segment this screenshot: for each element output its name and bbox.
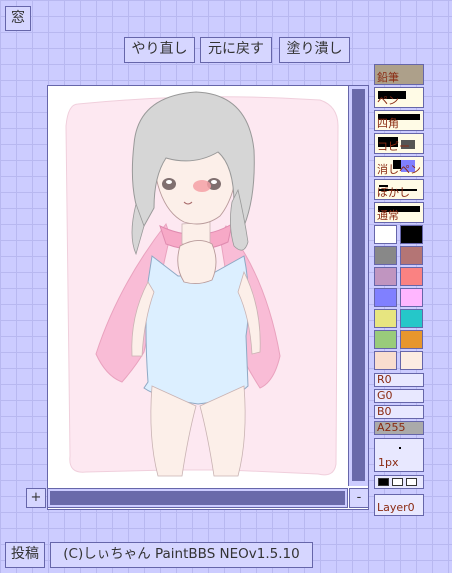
fill-canvas-button[interactable]: 塗り潰し [279, 37, 350, 63]
tool-blur-label: ぼかし [377, 186, 410, 199]
tool-pencil-label: 鉛筆 [377, 71, 399, 84]
color-swatch[interactable] [400, 351, 423, 370]
alpha-slider[interactable]: A255 [374, 421, 424, 435]
color-swatch[interactable] [400, 288, 423, 307]
tool-rectangle[interactable]: 四角 [374, 110, 424, 131]
tool-pen[interactable]: ペン [374, 87, 424, 108]
color-swatch[interactable] [374, 330, 397, 349]
vertical-scroll-thumb[interactable] [352, 89, 365, 481]
artwork-illustration [65, 91, 339, 477]
tool-eraser[interactable]: 消しペン [374, 156, 424, 177]
color-swatch[interactable] [374, 225, 397, 244]
color-swatch[interactable] [374, 267, 397, 286]
horizontal-scrollbar[interactable] [47, 488, 348, 508]
tool-blur[interactable]: ぼかし [374, 179, 424, 200]
tool-normal-label: 通常 [377, 209, 399, 222]
layer-label: Layer0 [377, 501, 415, 514]
horizontal-scroll-bar: + - [26, 488, 369, 509]
red-slider[interactable]: R0 [374, 373, 424, 387]
zoom-out-button[interactable]: - [349, 488, 369, 508]
color-swatch[interactable] [400, 246, 423, 265]
canvas-frame [47, 85, 369, 510]
vertical-scrollbar[interactable] [348, 86, 368, 486]
color-swatch[interactable] [374, 351, 397, 370]
color-swatch[interactable] [400, 330, 423, 349]
brush-size-selector[interactable]: 1px [374, 438, 424, 472]
blue-slider[interactable]: B0 [374, 405, 424, 419]
horizontal-scroll-thumb[interactable] [50, 491, 345, 505]
tool-normal[interactable]: 通常 [374, 202, 424, 223]
color-swatch[interactable] [400, 309, 423, 328]
color-swatch[interactable] [374, 309, 397, 328]
color-swatch[interactable] [400, 267, 423, 286]
zoom-in-button[interactable]: + [26, 488, 46, 508]
brush-size-label: 1px [378, 456, 399, 469]
tool-rectangle-label: 四角 [377, 117, 399, 130]
tool-pen-label: ペン [377, 94, 399, 107]
green-slider[interactable]: G0 [374, 389, 424, 403]
tool-pencil[interactable]: 鉛筆 [374, 64, 424, 85]
redo-button[interactable]: やり直し [124, 37, 195, 63]
credit-link[interactable]: (C)しぃちゃん PaintBBS NEOv1.5.10 [50, 542, 313, 568]
post-button[interactable]: 投稿 [5, 542, 45, 568]
tool-copy[interactable]: コピー [374, 133, 424, 154]
undo-button[interactable]: 元に戻す [200, 37, 272, 63]
mask-mode-normal[interactable] [378, 478, 389, 486]
drawing-canvas[interactable] [48, 86, 348, 486]
color-swatch[interactable] [374, 288, 397, 307]
mask-mode-mask[interactable] [392, 478, 403, 486]
mask-mode-selector [374, 475, 424, 489]
window-button[interactable]: 窓 [5, 6, 31, 31]
tool-copy-label: コピー [377, 140, 410, 153]
color-swatch[interactable] [374, 246, 397, 265]
color-swatch[interactable] [400, 225, 423, 244]
brush-size-dot [399, 447, 401, 449]
mask-mode-reverse[interactable] [406, 478, 417, 486]
tool-eraser-label: 消しペン [377, 163, 421, 176]
layer-selector[interactable]: Layer0 [374, 494, 424, 516]
